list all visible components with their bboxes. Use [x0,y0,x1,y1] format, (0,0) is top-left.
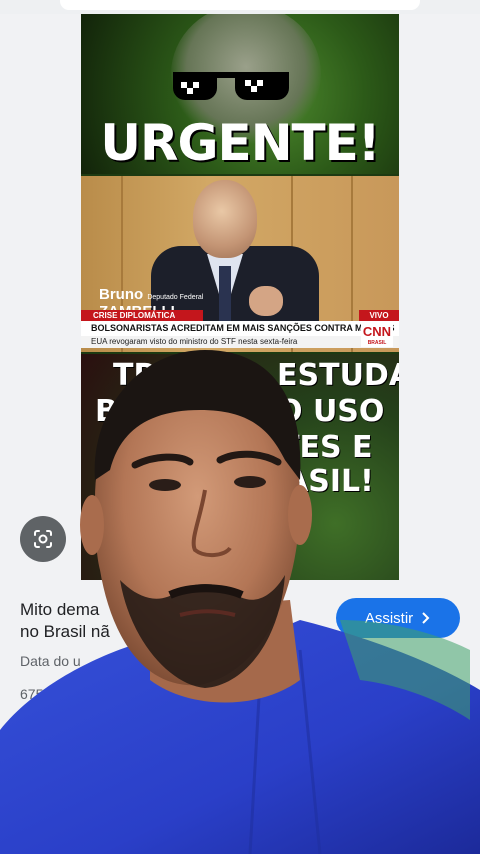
presenter-overlay [0,350,480,854]
speaker-head [193,180,257,258]
presenter-left-eye [149,479,181,491]
news-subline: EUA revogaram visto do ministro do STF n… [81,336,399,348]
sunglasses-right-lens [235,72,289,100]
cnn-lower-third: CRISE DIPLOMÁTICA VIVO BOLSONARISTAS ACR… [81,310,399,354]
logo-subtitle: Deputado Federal [147,294,204,301]
news-headline: BOLSONARISTAS ACREDITAM EM MAIS SANÇÕES … [81,321,399,336]
thumbnail-headline: URGENTE! [100,114,380,172]
news-category: CRISE DIPLOMÁTICA [81,310,203,321]
presenter-right-eye [234,476,266,488]
cnn-logo: CNN BRASIL [361,323,393,347]
cnn-logo-sub: BRASIL [367,340,387,346]
logo-first-name: Bruno [99,286,144,303]
cnn-logo-text: CNN [362,324,392,339]
sunglasses-left-lens [173,74,217,100]
live-badge: VIVO [359,310,399,321]
search-bar-edge[interactable] [60,0,420,10]
